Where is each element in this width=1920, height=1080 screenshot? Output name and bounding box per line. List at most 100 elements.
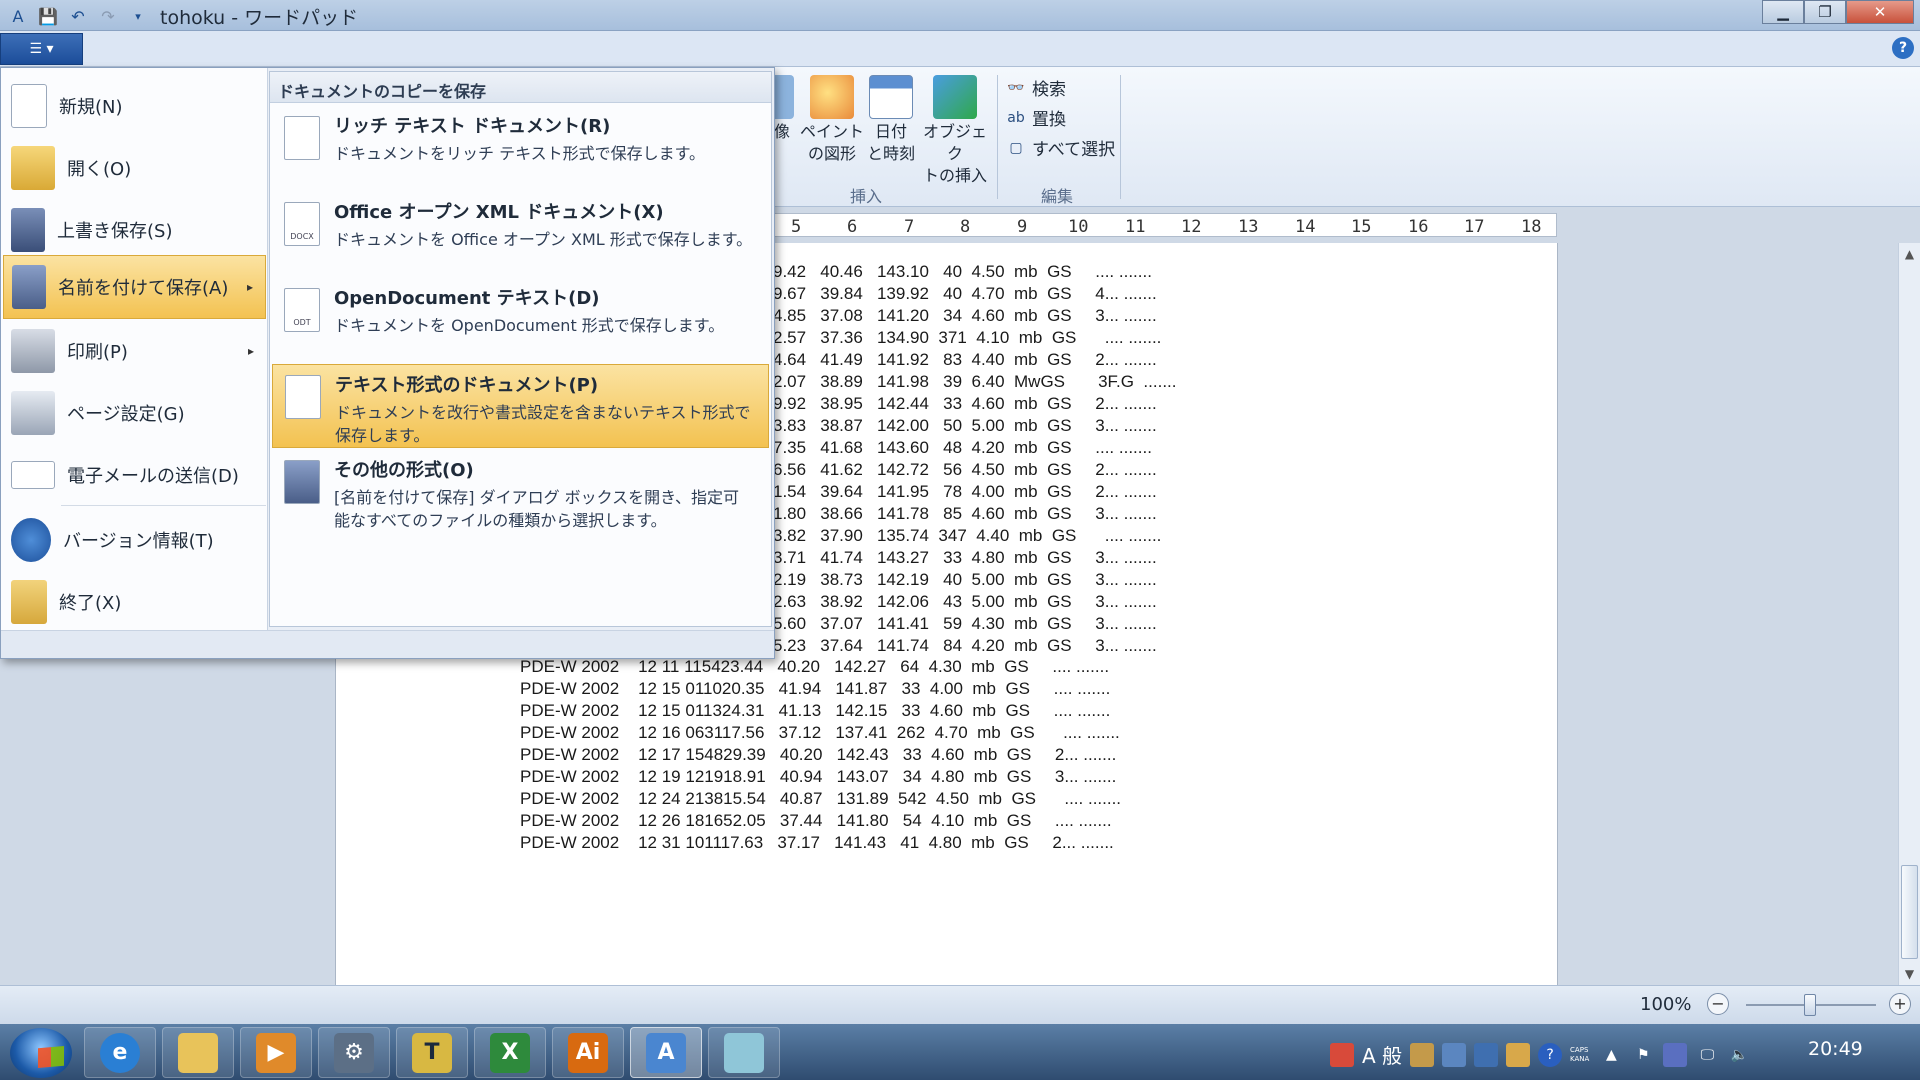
paint-drawing-button[interactable]: ペイント の図形 xyxy=(800,75,864,165)
object-icon xyxy=(933,75,977,119)
document-line: 3.83 38.87 142.00 50 5.00 mb GS 3... ...… xyxy=(773,416,1157,435)
menu-exit[interactable]: 終了(X) xyxy=(3,572,266,632)
taskbar-excel[interactable]: X xyxy=(474,1027,546,1078)
save-as-submenu: ドキュメントのコピーを保存 リッチ テキスト ドキュメント(R) ドキュメントを… xyxy=(269,71,772,627)
save-as-other-formats[interactable]: その他の形式(O) [名前を付けて保存] ダイアログ ボックスを開き、指定可能な… xyxy=(272,450,769,534)
save-as-plain-text[interactable]: テキスト形式のドキュメント(P) ドキュメントを改行や書式設定を含まないテキスト… xyxy=(272,364,769,448)
maximize-button[interactable]: ❐ xyxy=(1804,0,1846,24)
menu-save[interactable]: 上書き保存(S) xyxy=(3,200,266,260)
media-player-icon: ▶ xyxy=(256,1032,296,1073)
ime-tool-icon[interactable] xyxy=(1410,1042,1435,1067)
scroll-thumb[interactable] xyxy=(1901,865,1918,959)
title-bar: A 💾 ↶ ↷ ▾ tohoku - ワードパッド ▁ ❐ ✕ xyxy=(0,0,1920,31)
application-menu-commands: 新規(N) 開く(O) 上書き保存(S) 名前を付けて保存(A) ▸ 印刷(P)… xyxy=(1,68,268,630)
scroll-up-icon[interactable]: ▲ xyxy=(1899,243,1920,265)
edit-group-label: 編集 xyxy=(1041,187,1074,206)
find-button[interactable]: 👓 検索 xyxy=(1006,75,1066,101)
replace-label: 置換 xyxy=(1032,110,1066,130)
help-icon[interactable]: ? xyxy=(1892,37,1914,59)
insert-object-label-2: トの挿入 xyxy=(922,166,987,185)
document-line: PDE-W 2002 12 16 063117.56 37.12 137.41 … xyxy=(520,723,1120,742)
tray-app-icon[interactable] xyxy=(1663,1042,1688,1067)
ime-pad-icon[interactable] xyxy=(1474,1042,1499,1067)
close-button[interactable]: ✕ xyxy=(1846,0,1914,24)
document-line: 9.92 38.95 142.44 33 4.60 mb GS 2... ...… xyxy=(773,394,1157,413)
zoom-out-button[interactable]: − xyxy=(1707,993,1729,1015)
status-bar: 100% − + xyxy=(0,985,1920,1024)
date-time-button[interactable]: 日付 と時刻 xyxy=(864,75,918,165)
undo-icon[interactable]: ↶ xyxy=(66,4,90,28)
menu-new[interactable]: 新規(N) xyxy=(3,76,266,136)
taskbar-explorer[interactable] xyxy=(162,1027,234,1078)
ribbon-tab-row: ☰ ▾ ? xyxy=(0,31,1920,67)
show-hidden-icons-icon[interactable]: ▲ xyxy=(1599,1043,1623,1067)
customize-qat-icon[interactable]: ▾ xyxy=(126,4,150,28)
internet-explorer-icon: e xyxy=(100,1032,140,1073)
excel-icon: X xyxy=(490,1032,530,1073)
ime-property-icon[interactable] xyxy=(1506,1042,1531,1067)
vertical-scrollbar[interactable]: ▲ ▼ xyxy=(1898,243,1920,985)
document-line: 1.80 38.66 141.78 85 4.60 mb GS 3... ...… xyxy=(773,504,1157,523)
save-as-docx[interactable]: DOCX Office オープン XML ドキュメント(X) ドキュメントを O… xyxy=(272,192,769,276)
menu-print-label: 印刷(P) xyxy=(67,342,128,363)
document-line: 6.56 41.62 142.72 56 4.50 mb GS 2... ...… xyxy=(773,460,1157,479)
clock[interactable]: 20:49 xyxy=(1808,1038,1863,1060)
ime-dictionary-icon[interactable] xyxy=(1442,1042,1467,1067)
security-icon[interactable] xyxy=(1330,1042,1354,1067)
network-icon[interactable]: 🖵 xyxy=(1695,1043,1719,1067)
redo-icon[interactable]: ↷ xyxy=(96,4,120,28)
menu-page-setup[interactable]: ページ設定(G) xyxy=(3,383,266,443)
save-as-rtf-title: リッチ テキスト ドキュメント(R) xyxy=(334,116,611,137)
menu-send-email[interactable]: 電子メールの送信(D) xyxy=(3,445,266,505)
taskbar-notepad[interactable] xyxy=(708,1027,780,1078)
notepad-icon xyxy=(724,1032,764,1073)
application-menu-button[interactable]: ☰ ▾ xyxy=(0,33,83,65)
zoom-in-button[interactable]: + xyxy=(1889,993,1911,1015)
document-line: 1.54 39.64 141.95 78 4.00 mb GS 2... ...… xyxy=(773,482,1157,501)
taskbar-media-player[interactable]: ▶ xyxy=(240,1027,312,1078)
select-all-label: すべて選択 xyxy=(1032,140,1116,160)
taskbar-network-tool[interactable]: ⚙ xyxy=(318,1027,390,1078)
menu-save-as[interactable]: 名前を付けて保存(A) ▸ xyxy=(3,255,266,319)
flag-icon[interactable]: ⚑ xyxy=(1631,1043,1655,1067)
docx-document-icon: DOCX xyxy=(284,202,320,246)
ime-indicator[interactable]: A 般 xyxy=(1362,1040,1402,1069)
document-line: PDE-W 2002 12 17 154829.39 40.20 142.43 … xyxy=(520,745,1117,764)
ruler-tick: 6 xyxy=(847,217,858,237)
zoom-slider-thumb[interactable] xyxy=(1804,994,1816,1016)
save-as-odt[interactable]: ODT OpenDocument テキスト(D) ドキュメントを OpenDoc… xyxy=(272,278,769,362)
document-line: PDE-W 2002 12 24 213815.54 40.87 131.89 … xyxy=(520,789,1122,808)
help-circle-icon[interactable]: ? xyxy=(1538,1042,1563,1067)
replace-button[interactable]: ab 置換 xyxy=(1006,105,1066,131)
submenu-arrow-icon: ▸ xyxy=(246,280,253,294)
menu-print[interactable]: 印刷(P) ▸ xyxy=(3,321,266,381)
scroll-down-icon[interactable]: ▼ xyxy=(1899,963,1920,985)
menu-exit-label: 終了(X) xyxy=(59,593,122,614)
wordpad-icon: A xyxy=(646,1032,686,1073)
document-line: 5.23 37.64 141.74 84 4.20 mb GS 3... ...… xyxy=(773,636,1157,655)
wordpad-app-icon[interactable]: A xyxy=(6,4,30,28)
save-as-docx-title: Office オープン XML ドキュメント(X) xyxy=(334,202,664,223)
taskbar-illustrator[interactable]: Ai xyxy=(552,1027,624,1078)
group-separator xyxy=(1120,75,1121,199)
quick-access-toolbar: A 💾 ↶ ↷ ▾ xyxy=(0,2,150,30)
document-line: 5.60 37.07 141.41 59 4.30 mb GS 3... ...… xyxy=(773,614,1157,633)
document-line: 3.71 41.74 143.27 33 4.80 mb GS 3... ...… xyxy=(773,548,1157,567)
date-time-label-2: と時刻 xyxy=(866,144,915,163)
save-icon[interactable]: 💾 xyxy=(36,4,60,28)
save-as-rtf[interactable]: リッチ テキスト ドキュメント(R) ドキュメントをリッチ テキスト形式で保存し… xyxy=(272,106,769,190)
minimize-button[interactable]: ▁ xyxy=(1762,0,1804,24)
taskbar-internet-explorer[interactable]: e xyxy=(84,1027,156,1078)
volume-icon[interactable]: 🔈 xyxy=(1727,1043,1751,1067)
insert-object-button[interactable]: オブジェク トの挿入 xyxy=(920,75,990,187)
menu-open[interactable]: 開く(O) xyxy=(3,138,266,198)
document-line: PDE-W 2002 12 19 121918.91 40.94 143.07 … xyxy=(520,767,1117,786)
select-all-button[interactable]: ▢ すべて選択 xyxy=(1006,135,1116,161)
insert-object-label-1: オブジェク xyxy=(922,122,987,163)
menu-about[interactable]: バージョン情報(T) xyxy=(3,510,266,570)
taskbar-wordpad[interactable]: A xyxy=(630,1027,702,1078)
save-as-other-formats-description: [名前を付けて保存] ダイアログ ボックスを開き、指定可能なすべてのファイルの種… xyxy=(334,488,740,530)
start-button[interactable] xyxy=(10,1028,72,1078)
rtf-document-icon xyxy=(284,116,320,160)
taskbar-text-tool[interactable]: T xyxy=(396,1027,468,1078)
